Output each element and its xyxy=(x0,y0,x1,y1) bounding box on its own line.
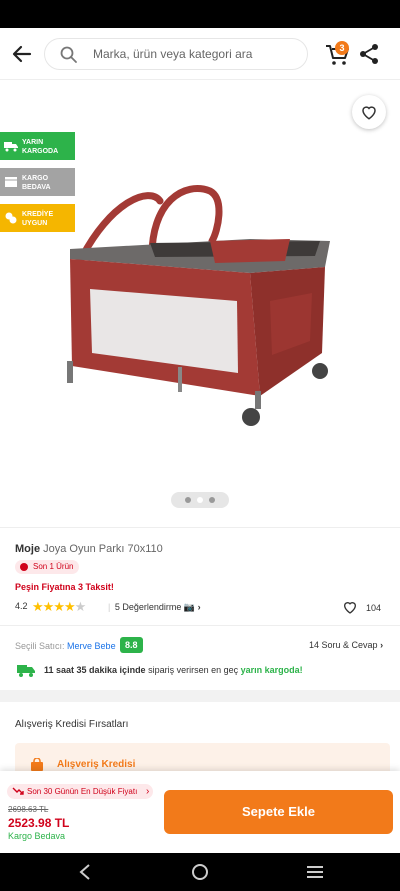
old-price: 2698.63 TL xyxy=(8,805,49,814)
star-icon: ★ xyxy=(53,599,65,614)
pager-dot-active xyxy=(197,497,203,503)
camera-icon: 📷 xyxy=(183,602,196,612)
star-icon: ★ xyxy=(32,599,44,614)
delivery-time: 11 saat 35 dakika içinde xyxy=(44,665,146,675)
clock-icon xyxy=(20,563,28,571)
bag-icon xyxy=(31,758,43,771)
system-nav-bar xyxy=(0,853,400,891)
delivery-highlight: yarın kargoda! xyxy=(240,665,303,675)
pager-dot xyxy=(209,497,215,503)
chevron-right-icon: › xyxy=(197,602,201,612)
star-empty-icon: ★ xyxy=(74,599,87,614)
delivery-estimate: 11 saat 35 dakika içinde sipariş verirse… xyxy=(44,665,303,675)
bottom-action-bar: Son 30 Günün En Düşük Fiyatı › 2698.63 T… xyxy=(0,771,400,853)
likes-count: 104 xyxy=(366,603,382,613)
seller-label: Seçili Satıcı: xyxy=(15,641,65,651)
rating-value: 4.2 xyxy=(15,601,28,611)
credit-label: Alışveriş Kredisi xyxy=(57,759,136,770)
badge-label: KREDİYE UYGUN xyxy=(22,211,54,227)
stock-badge: Son 1 Ürün xyxy=(15,560,80,574)
current-price: 2523.98 TL xyxy=(8,816,70,830)
stock-label: Son 1 Ürün xyxy=(33,562,74,571)
share-icon[interactable] xyxy=(358,43,380,65)
search-input[interactable]: Marka, ürün veya kategori ara xyxy=(44,38,308,70)
delivery-middle: sipariş verirsen en geç xyxy=(148,665,239,675)
nav-back-icon[interactable] xyxy=(78,864,92,880)
divider xyxy=(0,527,400,528)
search-placeholder: Marka, ürün veya kategori ara xyxy=(93,47,253,61)
chevron-right-icon: › xyxy=(145,786,150,797)
product-brand[interactable]: Moje xyxy=(15,543,40,555)
nav-menu-icon[interactable] xyxy=(306,865,324,879)
search-icon xyxy=(60,46,77,63)
seller-name[interactable]: Merve Bebe xyxy=(67,641,116,651)
back-arrow-icon[interactable] xyxy=(10,42,34,66)
badge-label: YARIN KARGODA xyxy=(22,139,59,155)
rating-stars: ★★★★★ xyxy=(32,599,87,615)
separator: | xyxy=(108,602,111,612)
chevron-right-icon: › xyxy=(380,640,384,650)
badge-label: KARGO BEDAVA xyxy=(22,175,51,191)
lowest-price-badge[interactable]: Son 30 Günün En Düşük Fiyatı › xyxy=(7,784,154,799)
image-pager[interactable] xyxy=(171,492,229,508)
heart-icon xyxy=(362,106,376,120)
favorite-button[interactable] xyxy=(352,95,386,129)
product-title: Joya Oyun Parkı 70x110 xyxy=(43,543,163,555)
free-shipping-text: Kargo Bedava xyxy=(8,831,66,841)
badge-credit-eligible: KREDİYE UYGUN xyxy=(0,204,75,232)
credit-section-title: Alışveriş Kredisi Fırsatları xyxy=(15,719,129,730)
divider xyxy=(0,625,400,626)
seller-info: Seçili Satıcı: Merve Bebe xyxy=(15,641,116,651)
product-name: Moje Joya Oyun Parkı 70x110 xyxy=(15,543,163,555)
reviews-link[interactable]: | 5 Değerlendirme 📷 › xyxy=(108,602,201,613)
pager-dot xyxy=(185,497,191,503)
status-bar xyxy=(0,0,400,28)
section-gap xyxy=(0,690,400,702)
nav-home-icon[interactable] xyxy=(191,863,209,881)
trend-down-icon xyxy=(12,787,24,795)
heart-icon[interactable] xyxy=(342,599,358,615)
coins-icon xyxy=(5,212,17,224)
box-icon xyxy=(5,177,17,187)
reviews-count: 5 Değerlendirme xyxy=(114,602,182,612)
installment-text: Peşin Fiyatına 3 Taksit! xyxy=(15,582,114,592)
truck-icon xyxy=(17,665,35,677)
cart-count-badge: 3 xyxy=(335,41,349,55)
badge-next-day-shipping: YARIN KARGODA xyxy=(0,132,75,160)
star-icon: ★ xyxy=(42,599,55,614)
qa-link[interactable]: 14 Soru & Cevap › xyxy=(309,640,383,650)
seller-score-badge: 8.8 xyxy=(120,637,143,653)
lowest-price-label: Son 30 Günün En Düşük Fiyatı xyxy=(27,787,138,796)
qa-label: 14 Soru & Cevap xyxy=(309,640,378,650)
truck-icon xyxy=(4,142,18,152)
add-to-cart-button[interactable]: Sepete Ekle xyxy=(164,790,393,834)
top-bar: Marka, ürün veya kategori ara 3 xyxy=(0,28,400,80)
badge-free-shipping: KARGO BEDAVA xyxy=(0,168,75,196)
star-icon: ★ xyxy=(63,599,76,614)
